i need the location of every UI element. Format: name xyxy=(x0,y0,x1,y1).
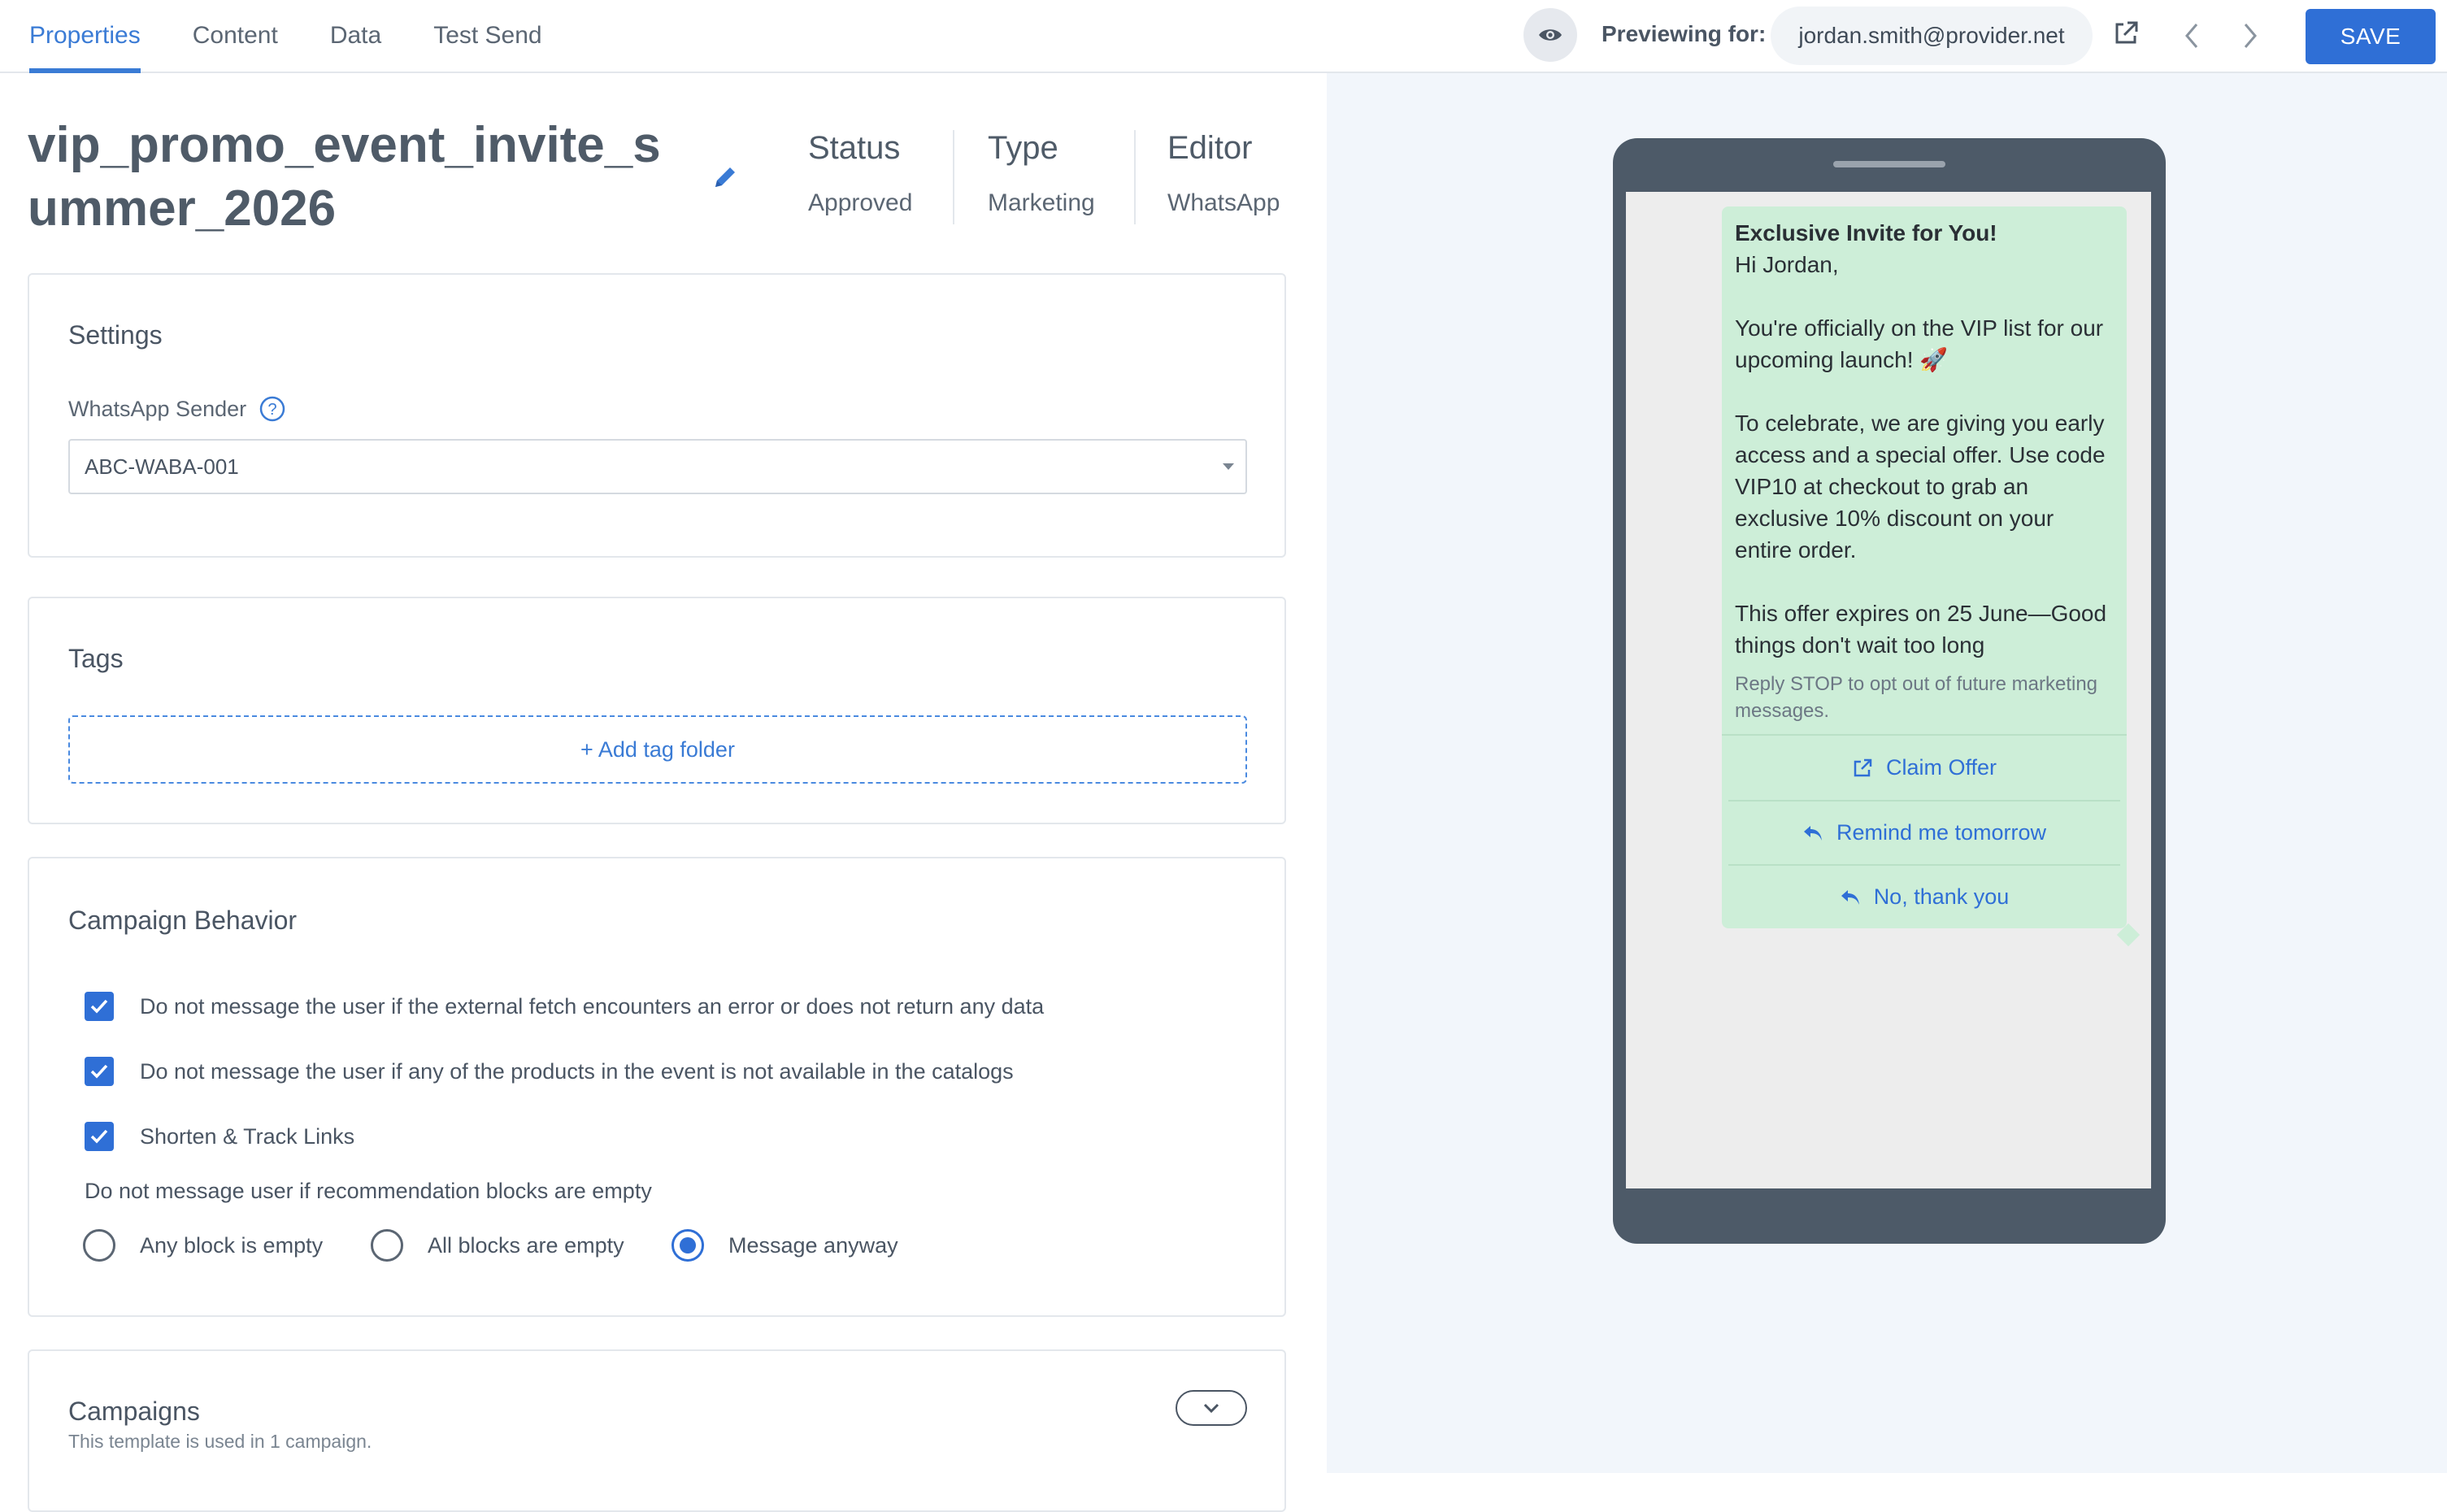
radio-message-anyway: Message anyway xyxy=(672,1227,898,1263)
no-thanks-label: No, thank you xyxy=(1873,884,2010,909)
meta-value: Approved xyxy=(808,189,913,216)
campaigns-card: Campaigns This template is used in 1 cam… xyxy=(28,1349,1286,1512)
svg-text:?: ? xyxy=(267,401,276,419)
radio-any-block-empty: Any block is empty xyxy=(83,1227,323,1263)
checkbox[interactable] xyxy=(85,992,114,1021)
behavior-title: Campaign Behavior xyxy=(68,906,298,935)
claim-offer-label: Claim Offer xyxy=(1885,755,1997,780)
checkbox-label: Shorten & Track Links xyxy=(140,1123,355,1149)
checkmark-icon xyxy=(90,1129,108,1144)
radio-button[interactable] xyxy=(83,1229,115,1262)
external-link-icon xyxy=(1854,758,1872,776)
radio-button[interactable] xyxy=(672,1229,704,1262)
empty-blocks-label: Do not message user if recommendation bl… xyxy=(85,1179,652,1203)
remind-tomorrow-button[interactable]: Remind me tomorrow xyxy=(1728,800,2120,864)
checkmark-icon xyxy=(90,1064,108,1079)
check-row-product-unavailable: Do not message the user if any of the pr… xyxy=(85,1055,1014,1088)
help-icon[interactable]: ? xyxy=(259,395,286,423)
divider xyxy=(1134,130,1136,224)
reply-icon xyxy=(1841,889,1859,905)
divider xyxy=(953,130,954,224)
radio-label: Message anyway xyxy=(728,1232,898,1258)
campaigns-title: Campaigns xyxy=(68,1397,200,1426)
tab-bar: Properties Content Data Test Send xyxy=(29,0,594,73)
preview-email-select[interactable]: jordan.smith@provider.net xyxy=(1771,7,2093,65)
phone-speaker xyxy=(1833,161,1945,167)
meta-key: Type xyxy=(988,130,1058,166)
message-body: Exclusive Invite for You! Hi Jordan, You… xyxy=(1722,206,2127,734)
radio-button[interactable] xyxy=(371,1229,403,1262)
tags-card: Tags + Add tag folder xyxy=(28,597,1286,824)
meta-value: WhatsApp xyxy=(1167,189,1280,216)
expand-campaigns-button[interactable] xyxy=(1176,1390,1247,1426)
eye-icon[interactable] xyxy=(1523,8,1577,62)
radio-label: All blocks are empty xyxy=(428,1232,624,1258)
tab-data[interactable]: Data xyxy=(330,0,381,73)
message-footer: Reply STOP to opt out of future marketin… xyxy=(1735,673,2098,722)
campaign-behavior-card: Campaign Behavior Do not message the use… xyxy=(28,857,1286,1317)
radio-label: Any block is empty xyxy=(140,1232,324,1258)
message-actions: Claim Offer Remind me tomorrow No, thank… xyxy=(1722,734,2127,928)
tab-content[interactable]: Content xyxy=(193,0,278,73)
chevron-down-icon xyxy=(1203,1403,1219,1414)
caret-down-icon xyxy=(1223,463,1234,470)
page-title: vip_promo_event_invite_summer_2026 xyxy=(28,117,661,237)
checkbox-label: Do not message the user if the external … xyxy=(140,993,1045,1019)
save-button[interactable]: SAVE xyxy=(2306,9,2436,64)
checkbox[interactable] xyxy=(85,1122,114,1151)
tab-properties[interactable]: Properties xyxy=(29,0,141,73)
reply-icon xyxy=(1803,825,1822,841)
settings-card: Settings WhatsApp Sender ? ABC-WABA-001 xyxy=(28,273,1286,558)
top-bar: Properties Content Data Test Send Previe… xyxy=(0,0,2447,73)
meta-value: Marketing xyxy=(988,189,1095,216)
message-bubble: Exclusive Invite for You! Hi Jordan, You… xyxy=(1722,206,2127,928)
chevron-left-icon[interactable] xyxy=(2180,21,2205,50)
sender-select[interactable]: ABC-WABA-001 xyxy=(68,439,1247,494)
message-text: Hi Jordan, You're officially on the VIP … xyxy=(1735,252,2107,658)
tab-test-send[interactable]: Test Send xyxy=(433,0,541,73)
checkbox[interactable] xyxy=(85,1057,114,1086)
meta-status: Status Approved xyxy=(808,130,912,224)
checkmark-icon xyxy=(90,999,108,1014)
sender-label: WhatsApp Sender xyxy=(68,397,247,421)
meta-type: Type Marketing xyxy=(988,130,1095,224)
campaigns-subtitle: This template is used in 1 campaign. xyxy=(68,1431,372,1452)
remind-tomorrow-label: Remind me tomorrow xyxy=(1836,820,2047,845)
settings-title: Settings xyxy=(68,320,163,350)
message-title: Exclusive Invite for You! xyxy=(1735,220,1997,245)
check-row-fetch-error: Do not message the user if the external … xyxy=(85,990,1044,1023)
chevron-right-icon[interactable] xyxy=(2237,21,2262,50)
claim-offer-button[interactable]: Claim Offer xyxy=(1728,736,2120,800)
check-row-shorten-links: Shorten & Track Links xyxy=(85,1120,354,1153)
meta-key: Editor xyxy=(1167,130,1253,166)
previewing-label: Previewing for: xyxy=(1602,21,1767,46)
radio-all-blocks-empty: All blocks are empty xyxy=(371,1227,624,1263)
checkbox-label: Do not message the user if any of the pr… xyxy=(140,1058,1014,1084)
no-thanks-button[interactable]: No, thank you xyxy=(1728,864,2120,928)
meta-key: Status xyxy=(808,130,901,166)
tags-title: Tags xyxy=(68,644,124,673)
sender-select-value: ABC-WABA-001 xyxy=(85,454,239,479)
external-link-icon[interactable] xyxy=(2112,20,2140,47)
meta-editor: Editor WhatsApp xyxy=(1167,130,1280,224)
pencil-icon[interactable] xyxy=(711,163,740,192)
add-tag-folder-button[interactable]: + Add tag folder xyxy=(68,715,1247,784)
